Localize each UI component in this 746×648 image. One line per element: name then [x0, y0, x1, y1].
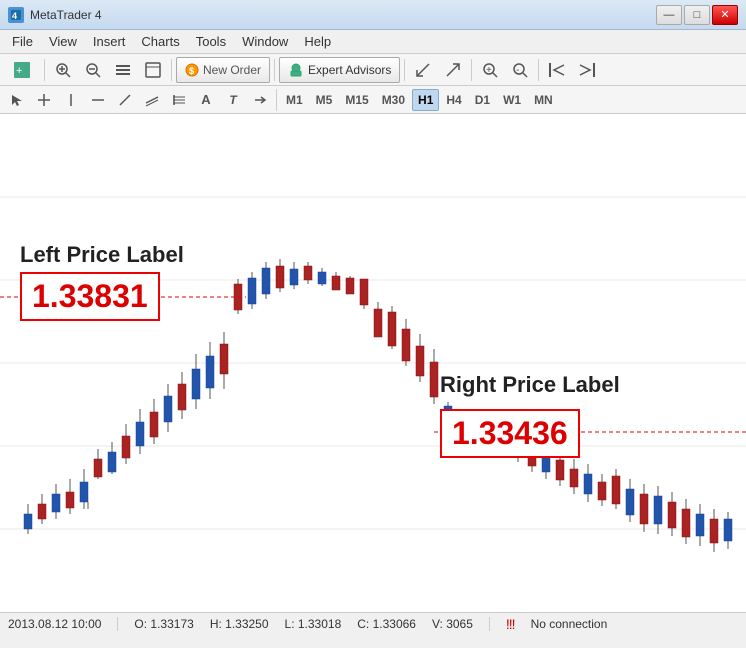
scroll-right-btn[interactable]	[573, 57, 601, 83]
zoom-chart-in[interactable]: +	[476, 57, 504, 83]
new-order-label: New Order	[203, 63, 261, 77]
svg-text:4: 4	[12, 11, 17, 21]
label-tool[interactable]: T	[220, 89, 246, 111]
tf-m15[interactable]: M15	[339, 89, 374, 111]
svg-text:-: -	[516, 65, 519, 76]
minimize-button[interactable]: —	[656, 5, 682, 25]
menu-bar: File View Insert Charts Tools Window Hel…	[0, 30, 746, 54]
equidistant-channel-tool[interactable]	[139, 89, 165, 111]
tf-h4[interactable]: H4	[440, 89, 467, 111]
chart-svg	[0, 114, 746, 612]
menu-window[interactable]: Window	[234, 32, 296, 51]
menu-charts[interactable]: Charts	[133, 32, 187, 51]
svg-text:+: +	[16, 65, 22, 77]
toolbar1: + $ New Order Expert Advisors + -	[0, 54, 746, 86]
maximize-button[interactable]: □	[684, 5, 710, 25]
tf-w1[interactable]: W1	[497, 89, 527, 111]
cursor-tool[interactable]	[4, 89, 30, 111]
expert-advisors-label: Expert Advisors	[308, 63, 391, 77]
tf-h1[interactable]: H1	[412, 89, 439, 111]
status-volume: V: 3065	[432, 617, 473, 631]
status-datetime: 2013.08.12 10:00	[8, 617, 101, 631]
arrow-tool[interactable]	[247, 89, 273, 111]
menu-view[interactable]: View	[41, 32, 85, 51]
app-icon: 4	[8, 7, 24, 23]
no-connection-icon: !!!	[506, 616, 515, 632]
zoom-out-btn[interactable]	[79, 57, 107, 83]
trend-line-tool[interactable]	[112, 89, 138, 111]
vertical-line-tool[interactable]	[58, 89, 84, 111]
window-controls: — □ ✕	[656, 5, 738, 25]
close-button[interactable]: ✕	[712, 5, 738, 25]
menu-file[interactable]: File	[4, 32, 41, 51]
horizontal-line-tool[interactable]	[85, 89, 111, 111]
text-tool[interactable]: A	[193, 89, 219, 111]
tf-m30[interactable]: M30	[376, 89, 411, 111]
account-btn[interactable]	[439, 57, 467, 83]
history-btn[interactable]	[409, 57, 437, 83]
new-chart-btn[interactable]: +	[4, 57, 40, 83]
svg-text:$: $	[189, 66, 194, 76]
status-close: C: 1.33066	[357, 617, 416, 631]
status-high: H: 1.33250	[210, 617, 269, 631]
toolbar2: A T M1 M5 M15 M30 H1 H4 D1 W1 MN	[0, 86, 746, 114]
status-bar: 2013.08.12 10:00 O: 1.33173 H: 1.33250 L…	[0, 612, 746, 634]
right-price-label-text: Right Price Label	[440, 372, 620, 398]
right-price-box: 1.33436	[440, 409, 580, 458]
zoom-in-btn[interactable]	[49, 57, 77, 83]
zoom-chart-out[interactable]: -	[506, 57, 534, 83]
menu-help[interactable]: Help	[296, 32, 339, 51]
svg-text:+: +	[486, 65, 492, 76]
tf-d1[interactable]: D1	[469, 89, 496, 111]
status-open: O: 1.33173	[134, 617, 193, 631]
menu-tools[interactable]: Tools	[188, 32, 234, 51]
app-title: MetaTrader 4	[30, 8, 102, 22]
template-btn[interactable]	[139, 57, 167, 83]
status-low: L: 1.33018	[285, 617, 342, 631]
expert-advisors-button[interactable]: Expert Advisors	[279, 57, 400, 83]
crosshair-tool[interactable]	[31, 89, 57, 111]
right-price-value: 1.33436	[452, 415, 568, 451]
properties-btn[interactable]	[109, 57, 137, 83]
new-order-button[interactable]: $ New Order	[176, 57, 270, 83]
no-connection-label: No connection	[531, 617, 608, 631]
left-price-box: 1.33831	[20, 272, 160, 321]
chart-area[interactable]: Left Price Label 1.33831 Right Price Lab…	[0, 114, 746, 612]
scroll-left-btn[interactable]	[543, 57, 571, 83]
left-price-label-text: Left Price Label	[20, 242, 184, 268]
menu-insert[interactable]: Insert	[85, 32, 134, 51]
tf-m1[interactable]: M1	[280, 89, 309, 111]
fib-tool[interactable]	[166, 89, 192, 111]
tf-mn[interactable]: MN	[528, 89, 559, 111]
title-bar: 4 MetaTrader 4 — □ ✕	[0, 0, 746, 30]
tf-m5[interactable]: M5	[310, 89, 339, 111]
left-price-value: 1.33831	[32, 278, 148, 314]
